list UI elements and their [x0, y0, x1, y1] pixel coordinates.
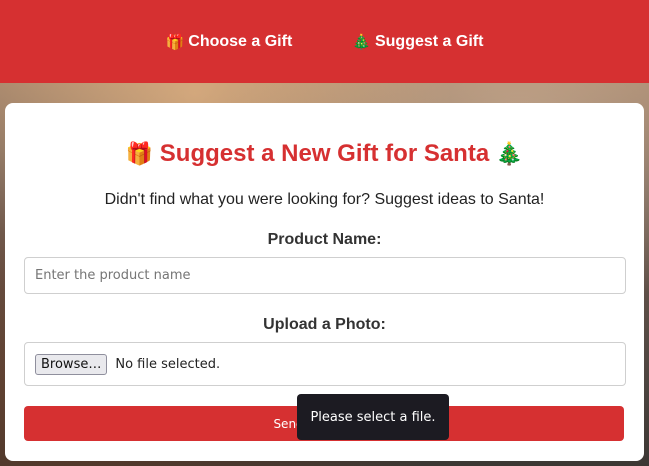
gift-icon: 🎁 [125, 142, 154, 167]
christmas-tree-icon: 🎄 [352, 32, 371, 51]
gift-icon: 🎁 [165, 32, 185, 51]
product-name-input[interactable] [24, 257, 626, 294]
page-subtitle: Didn't find what you were looking for? S… [104, 191, 545, 208]
top-navigation: 🎁 Choose a Gift 🎄 Suggest a Gift [0, 0, 649, 83]
page-title-text: Suggest a New Gift for Santa [159, 140, 490, 167]
christmas-tree-icon: 🎄 [495, 142, 524, 167]
photo-file-input[interactable]: Browse… No file selected. [24, 342, 626, 386]
validation-tooltip-text: Please select a file. [310, 409, 436, 425]
browse-button[interactable]: Browse… [35, 353, 108, 375]
validation-tooltip: Please select a file. [297, 394, 449, 440]
nav-suggest-gift-link[interactable]: 🎄 Suggest a Gift [352, 33, 483, 51]
product-name-label: Product Name: [267, 231, 382, 248]
nav-choose-gift-link[interactable]: 🎁 Choose a Gift [166, 33, 293, 51]
file-status-text: No file selected. [115, 356, 221, 372]
nav-choose-gift-label: Choose a Gift [188, 32, 293, 50]
upload-photo-label: Upload a Photo: [263, 316, 386, 333]
nav-suggest-gift-label: Suggest a Gift [374, 32, 484, 50]
page-title: 🎁 Suggest a New Gift for Santa 🎄 [0, 140, 649, 168]
